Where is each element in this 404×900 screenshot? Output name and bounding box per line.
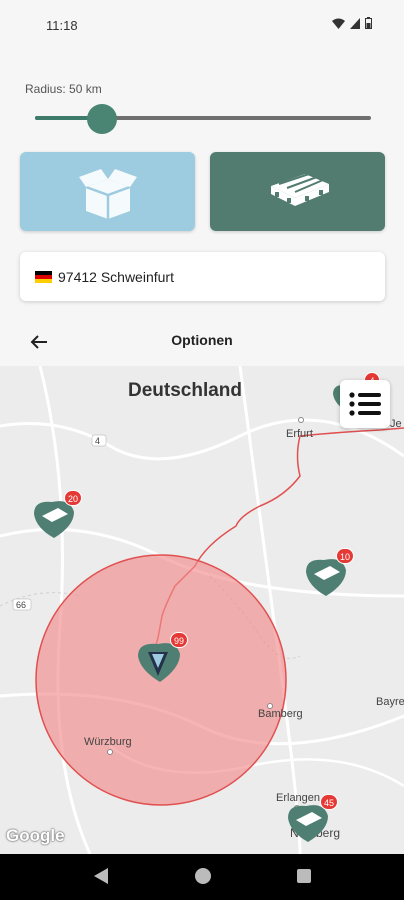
city-label-bamberg: Bamberg bbox=[258, 708, 303, 720]
nav-recent-icon[interactable] bbox=[295, 866, 313, 886]
nav-back-icon[interactable] bbox=[92, 866, 110, 886]
status-time: 11:18 bbox=[46, 18, 78, 33]
signal-icon bbox=[350, 17, 360, 29]
radius-slider[interactable] bbox=[35, 104, 371, 134]
box-type-button[interactable] bbox=[20, 152, 195, 231]
road-number-label: 4 bbox=[95, 436, 101, 446]
country-label: Deutschland bbox=[128, 380, 243, 401]
marker-count: 45 bbox=[320, 794, 339, 810]
list-icon bbox=[349, 392, 381, 416]
nav-home-icon[interactable] bbox=[193, 866, 213, 886]
map-marker[interactable]: 10 bbox=[302, 548, 355, 603]
options-title: Optionen bbox=[171, 332, 233, 348]
pallet-icon bbox=[270, 172, 329, 206]
location-field[interactable]: 97412 Schweinfurt bbox=[20, 252, 385, 301]
map-marker[interactable]: 45 bbox=[284, 794, 339, 849]
options-bar: Optionen bbox=[0, 318, 404, 370]
city-label-jena: Je bbox=[390, 418, 402, 430]
battery-icon bbox=[365, 17, 372, 29]
map-roads bbox=[0, 366, 404, 854]
map-marker-selected[interactable]: 99 bbox=[134, 632, 189, 689]
pallet-type-button[interactable] bbox=[210, 152, 385, 231]
city-label-wuerzburg: Würzburg bbox=[84, 736, 132, 748]
road-number-label: 66 bbox=[16, 600, 27, 610]
status-icons bbox=[332, 17, 372, 29]
map-view[interactable]: 4 66 Deutschland Erfurt Bamberg Würzburg… bbox=[0, 366, 404, 854]
slider-thumb[interactable] bbox=[87, 104, 118, 134]
location-text: 97412 Schweinfurt bbox=[58, 268, 174, 285]
germany-flag-icon bbox=[35, 270, 52, 283]
marker-count: 10 bbox=[336, 548, 355, 564]
list-view-button[interactable] bbox=[340, 380, 390, 428]
google-attribution: Google bbox=[6, 826, 65, 845]
marker-count: 99 bbox=[170, 632, 189, 648]
map-marker[interactable]: 20 bbox=[30, 490, 83, 545]
system-nav-bar bbox=[0, 854, 404, 900]
status-bar: 11:18 bbox=[0, 0, 404, 50]
box-icon bbox=[78, 168, 137, 219]
marker-count: 20 bbox=[64, 490, 83, 506]
wifi-icon bbox=[332, 18, 345, 29]
city-label-erfurt: Erfurt bbox=[286, 428, 313, 440]
radius-label: Radius: 50 km bbox=[25, 82, 102, 96]
city-label-bayreuth: Bayre bbox=[376, 696, 404, 708]
